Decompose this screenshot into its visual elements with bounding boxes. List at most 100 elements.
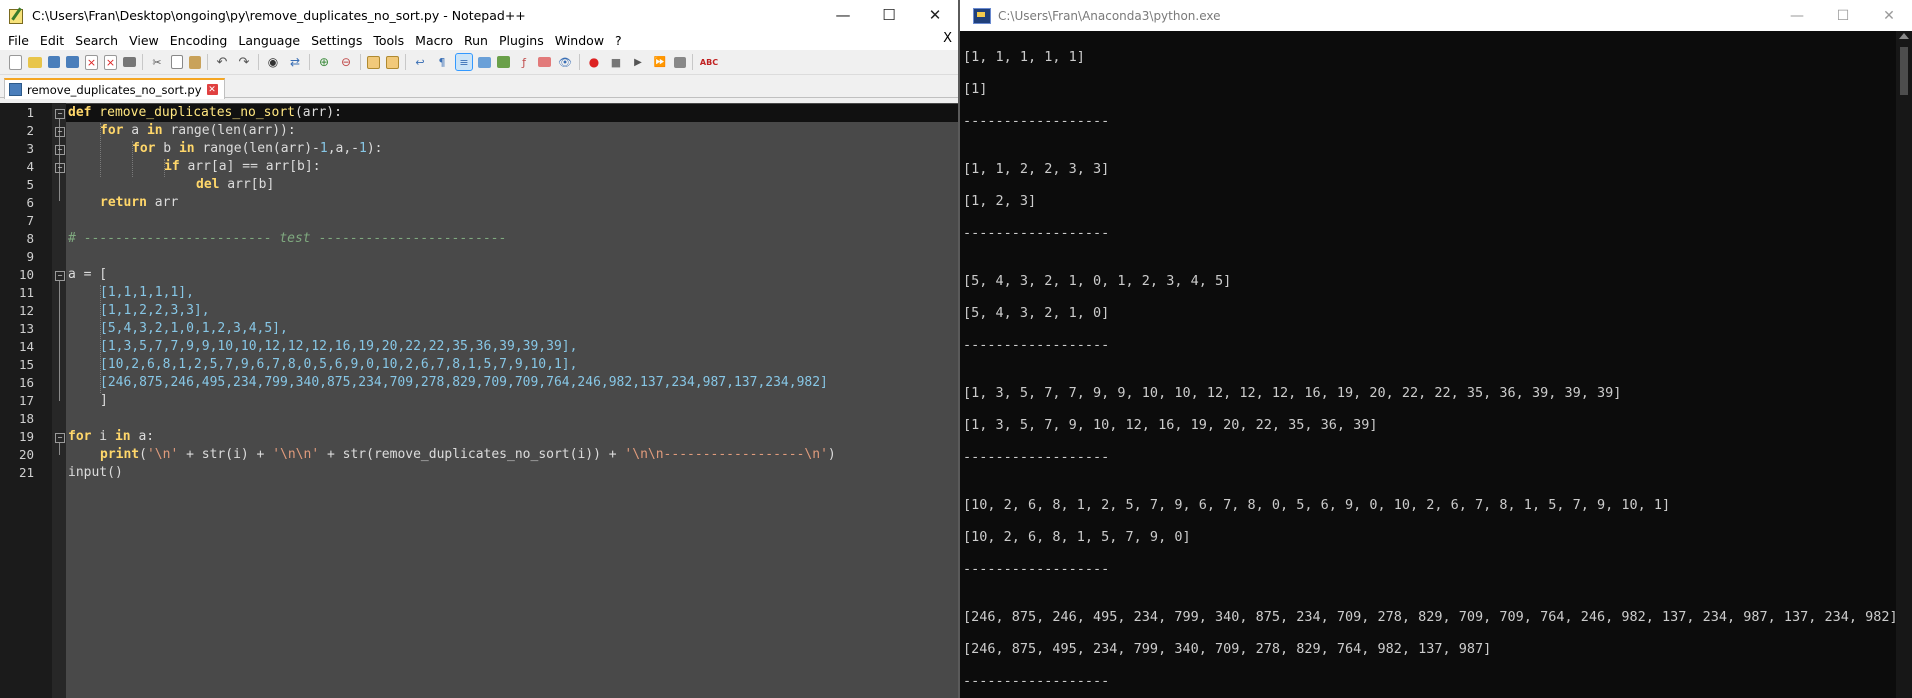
- find-icon[interactable]: ◉: [265, 54, 281, 70]
- zoom-in-icon[interactable]: ⊕: [316, 54, 332, 70]
- minimize-icon[interactable]: —: [1774, 0, 1820, 31]
- zoom-out-icon[interactable]: ⊖: [338, 54, 354, 70]
- undo-icon[interactable]: ↶: [214, 54, 230, 70]
- python-console-window: C:\Users\Fran\Anaconda3\python.exe — ☐ ✕…: [960, 0, 1912, 698]
- save-icon[interactable]: [48, 56, 60, 68]
- menu-view[interactable]: View: [124, 33, 165, 48]
- fold-collapse-icon[interactable]: −: [55, 271, 65, 281]
- fold-collapse-icon[interactable]: −: [55, 433, 65, 443]
- console-title-bar[interactable]: C:\Users\Fran\Anaconda3\python.exe — ☐ ✕: [960, 0, 1912, 31]
- user-lang-icon[interactable]: [478, 56, 491, 68]
- menu-tools[interactable]: Tools: [368, 33, 410, 48]
- line-number: 4: [26, 159, 34, 174]
- redo-icon[interactable]: ↷: [236, 54, 252, 70]
- sync-horizontal-icon[interactable]: [386, 55, 399, 69]
- run-macro-multiple-icon[interactable]: ⏩: [652, 54, 668, 70]
- console-line: ------------------: [963, 113, 1110, 129]
- maximize-icon[interactable]: ☐: [1820, 0, 1866, 31]
- maximize-icon[interactable]: ☐: [866, 0, 912, 30]
- menu-encoding[interactable]: Encoding: [165, 33, 234, 48]
- open-file-icon[interactable]: [28, 56, 42, 68]
- console-window-title: C:\Users\Fran\Anaconda3\python.exe: [998, 8, 1221, 23]
- monitoring-icon[interactable]: 👁: [557, 54, 573, 70]
- menu-bar: File Edit Search View Encoding Language …: [0, 30, 958, 50]
- menu-settings[interactable]: Settings: [306, 33, 368, 48]
- code-line: print('\n' + str(i) + '\n\n' + str(remov…: [100, 447, 836, 462]
- code-line: [1,3,5,7,7,9,9,10,10,12,12,12,16,19,20,2…: [100, 339, 578, 354]
- sync-vertical-icon[interactable]: [367, 55, 380, 69]
- console-line: ------------------: [963, 449, 1110, 465]
- npp-title-bar[interactable]: C:\Users\Fran\Desktop\ongoing\py\remove_…: [0, 0, 958, 30]
- console-scrollbar[interactable]: [1896, 31, 1912, 698]
- play-macro-icon[interactable]: ▶: [630, 54, 646, 70]
- menu-search[interactable]: Search: [70, 33, 124, 48]
- toolbar-separator: [579, 54, 580, 70]
- line-number: 13: [18, 321, 34, 336]
- close-icon[interactable]: ✕: [912, 0, 958, 30]
- tab-close-icon[interactable]: ✕: [206, 84, 218, 95]
- line-number: 2: [26, 123, 34, 138]
- new-file-icon[interactable]: [9, 54, 22, 70]
- minimize-icon[interactable]: —: [820, 0, 866, 30]
- menu-language[interactable]: Language: [233, 33, 306, 48]
- line-number: 15: [18, 357, 34, 372]
- print-icon[interactable]: [123, 57, 136, 67]
- menu-run[interactable]: Run: [459, 33, 494, 48]
- console-line: [246, 875, 495, 234, 799, 340, 709, 278,…: [963, 641, 1492, 657]
- fold-collapse-icon[interactable]: −: [55, 163, 65, 173]
- console-line: ------------------: [963, 225, 1110, 241]
- spell-check-icon[interactable]: ABC: [699, 54, 719, 70]
- code-line: return arr: [100, 195, 179, 210]
- console-output[interactable]: [1, 1, 1, 1, 1] [1] ------------------ […: [960, 31, 1912, 698]
- line-number: 6: [26, 195, 34, 210]
- close-document-icon[interactable]: X: [943, 31, 952, 46]
- menu-edit[interactable]: Edit: [35, 33, 70, 48]
- save-all-icon[interactable]: [66, 56, 79, 68]
- folder-workspace-icon[interactable]: [538, 57, 551, 67]
- toolbar-separator: [258, 54, 259, 70]
- code-line: # ------------------------ test --------…: [68, 231, 507, 246]
- scroll-thumb[interactable]: [1900, 47, 1908, 95]
- console-line: ------------------: [963, 337, 1110, 353]
- stop-macro-icon[interactable]: ■: [608, 54, 624, 70]
- record-macro-icon[interactable]: ●: [586, 54, 602, 70]
- show-all-chars-icon[interactable]: ¶: [434, 54, 450, 70]
- function-list-icon[interactable]: ƒ: [516, 54, 532, 70]
- line-number: 1: [26, 105, 34, 120]
- console-line: ------------------: [963, 561, 1110, 577]
- code-line: [1,1,2,2,3,3],: [100, 303, 210, 318]
- menu-file[interactable]: File: [3, 33, 35, 48]
- line-number: 3: [26, 141, 34, 156]
- python-app-icon: [973, 7, 991, 24]
- fold-collapse-icon[interactable]: −: [55, 109, 65, 119]
- menu-plugins[interactable]: Plugins: [494, 33, 550, 48]
- replace-icon[interactable]: ⇄: [287, 54, 303, 70]
- close-all-icon[interactable]: ×: [104, 54, 117, 70]
- copy-icon[interactable]: [171, 55, 183, 69]
- fold-collapse-icon[interactable]: −: [55, 127, 65, 137]
- console-line: [1, 2, 3]: [963, 193, 1037, 209]
- doc-map-icon[interactable]: [497, 56, 510, 68]
- toolbar-separator: [142, 54, 143, 70]
- tab-remove-duplicates[interactable]: remove_duplicates_no_sort.py ✕: [4, 78, 225, 99]
- close-icon[interactable]: ✕: [1866, 0, 1912, 31]
- fold-line: [59, 281, 60, 401]
- paste-icon[interactable]: [189, 55, 201, 69]
- scroll-up-arrow-icon[interactable]: [1899, 33, 1909, 39]
- notepadpp-window: C:\Users\Fran\Desktop\ongoing\py\remove_…: [0, 0, 958, 698]
- word-wrap-icon[interactable]: ↩: [412, 54, 428, 70]
- menu-macro[interactable]: Macro: [410, 33, 459, 48]
- menu-help[interactable]: ?: [610, 33, 628, 48]
- line-number: 10: [18, 267, 34, 282]
- close-file-icon[interactable]: ×: [85, 54, 98, 70]
- code-editor[interactable]: 1 2 3 4 5 6 7 8 9 10 11 12 13 14 15 16 1…: [0, 103, 958, 698]
- cut-icon[interactable]: ✂: [149, 54, 165, 70]
- console-line: ------------------: [963, 673, 1110, 689]
- menu-window[interactable]: Window: [550, 33, 610, 48]
- save-macro-icon[interactable]: [674, 56, 686, 68]
- tab-label: remove_duplicates_no_sort.py: [27, 82, 202, 97]
- fold-collapse-icon[interactable]: −: [55, 145, 65, 155]
- code-area[interactable]: def remove_duplicates_no_sort(arr): for …: [66, 103, 958, 698]
- line-number: 20: [18, 447, 34, 462]
- indent-guide-icon[interactable]: ≡: [455, 53, 473, 71]
